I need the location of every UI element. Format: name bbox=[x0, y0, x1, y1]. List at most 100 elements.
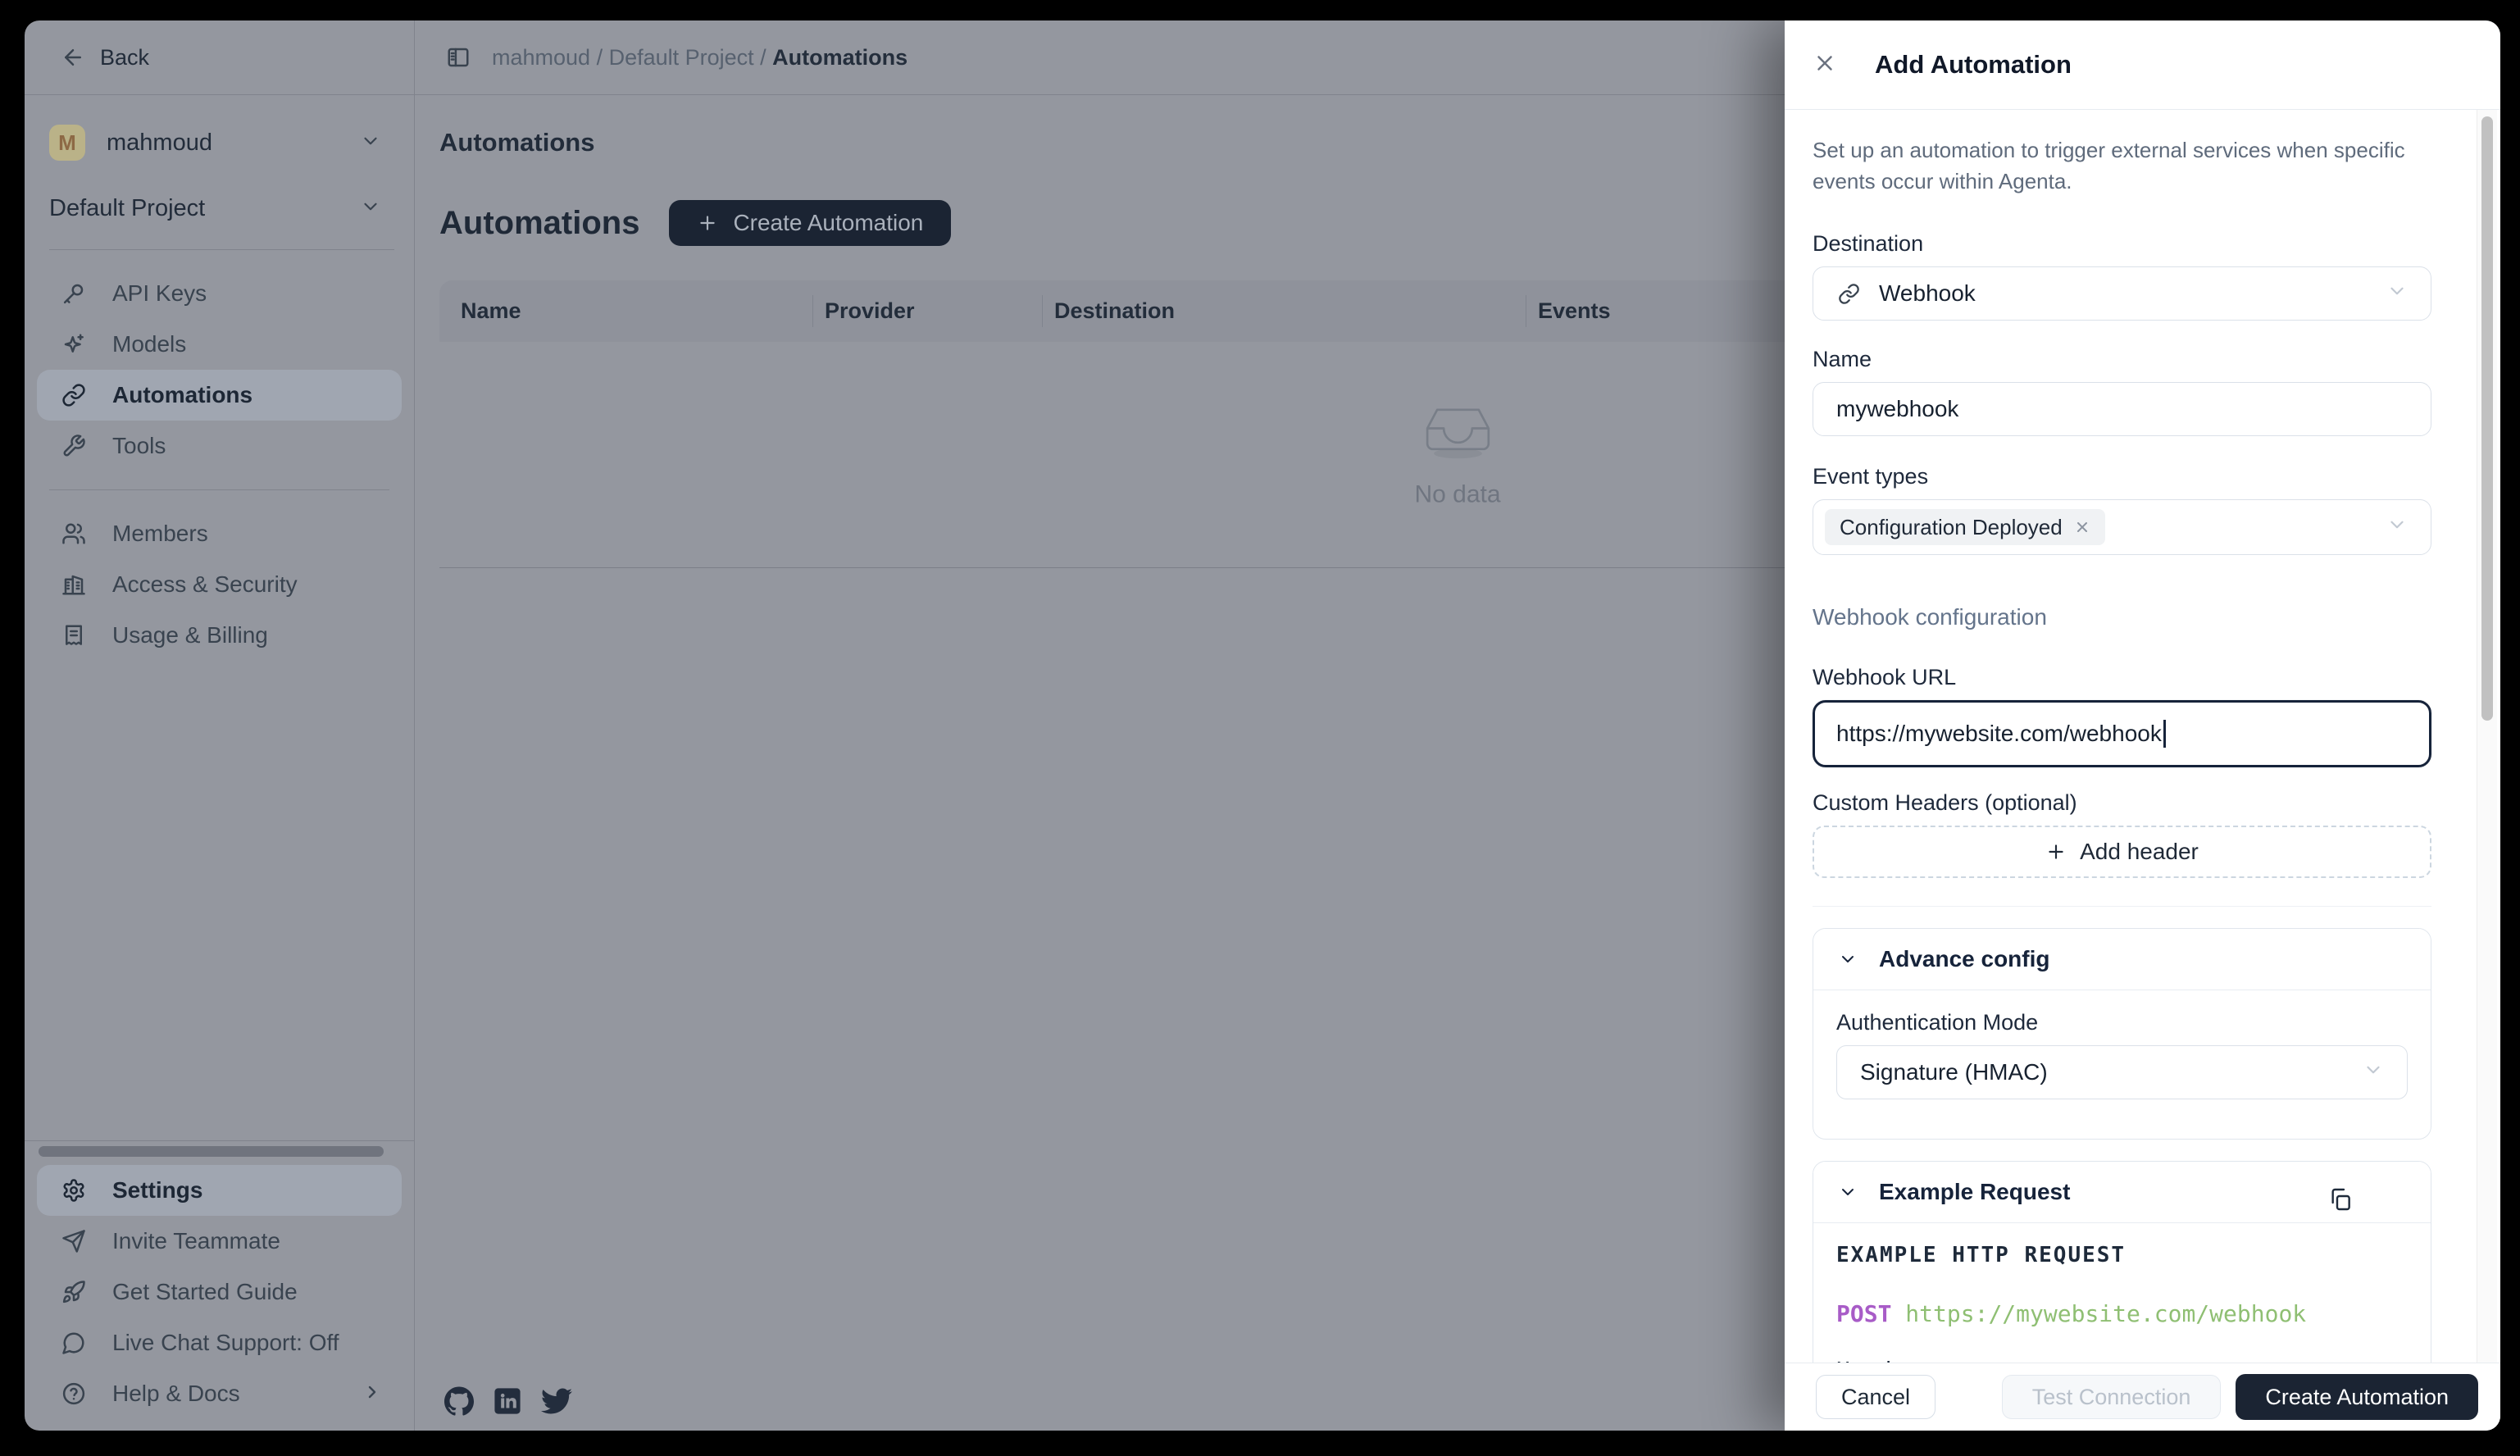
drawer-title: Add Automation bbox=[1875, 50, 2072, 80]
empty-state: No data bbox=[1414, 401, 1500, 508]
send-icon bbox=[61, 1229, 86, 1254]
sidebar-item-access-security[interactable]: Access & Security bbox=[37, 559, 402, 610]
destination-label: Destination bbox=[1813, 231, 2431, 257]
divider bbox=[49, 489, 389, 490]
cancel-button[interactable]: Cancel bbox=[1816, 1375, 1935, 1419]
divider bbox=[25, 1140, 414, 1141]
empty-state-text: No data bbox=[1414, 480, 1500, 508]
section-title: Automations bbox=[439, 205, 639, 242]
sidebar-item-tools[interactable]: Tools bbox=[37, 421, 402, 471]
link-icon bbox=[61, 383, 86, 407]
name-input[interactable]: mywebhook bbox=[1813, 382, 2431, 436]
receipt-icon bbox=[61, 623, 86, 648]
project-name: Default Project bbox=[49, 195, 360, 222]
user-menu[interactable]: M mahmoud bbox=[49, 118, 394, 167]
sidebar-item-settings[interactable]: Settings bbox=[37, 1165, 402, 1216]
add-automation-drawer: Add Automation Set up an automation to t… bbox=[1785, 20, 2500, 1431]
divider bbox=[1813, 906, 2431, 907]
chevron-down-icon bbox=[2363, 1059, 2384, 1086]
column-header-name[interactable]: Name bbox=[461, 298, 521, 324]
gear-icon bbox=[61, 1178, 86, 1203]
create-automation-label: Create Automation bbox=[733, 210, 923, 236]
project-selector[interactable]: Default Project bbox=[49, 185, 394, 231]
sidebar-account-section: M mahmoud Default Project bbox=[25, 95, 414, 250]
back-button[interactable]: Back bbox=[25, 20, 414, 95]
auth-mode-label: Authentication Mode bbox=[1836, 1010, 2408, 1035]
sidebar-toggle-icon[interactable] bbox=[446, 45, 471, 70]
create-automation-button[interactable]: Create Automation bbox=[669, 200, 951, 246]
column-header-events[interactable]: Events bbox=[1538, 298, 1611, 324]
sidebar-nav-bottom: Settings Invite Teammate Get Started Gui… bbox=[25, 1140, 414, 1431]
sidebar-item-help-docs[interactable]: Help & Docs bbox=[37, 1368, 402, 1419]
name-value: mywebhook bbox=[1836, 396, 1958, 422]
sidebar-item-label: API Keys bbox=[112, 280, 207, 307]
advance-config-header[interactable]: Advance config bbox=[1813, 929, 2431, 990]
link-icon bbox=[1836, 281, 1861, 306]
column-header-destination[interactable]: Destination bbox=[1054, 298, 1175, 324]
sidebar-item-label: Models bbox=[112, 331, 186, 357]
sidebar-item-label: Access & Security bbox=[112, 571, 298, 598]
breadcrumb[interactable]: mahmoud / Default Project / Automations bbox=[492, 45, 907, 71]
linkedin-icon[interactable] bbox=[494, 1387, 521, 1419]
sidebar-nav-primary: API Keys Models Automations bbox=[25, 250, 414, 661]
sidebar-item-invite-teammate[interactable]: Invite Teammate bbox=[37, 1216, 402, 1267]
sidebar-item-label: Help & Docs bbox=[112, 1381, 240, 1407]
drawer-scrollbar[interactable] bbox=[2477, 110, 2497, 1363]
name-label: Name bbox=[1813, 347, 2431, 372]
destination-select[interactable]: Webhook bbox=[1813, 266, 2431, 321]
event-types-label: Event types bbox=[1813, 464, 2431, 489]
empty-inbox-icon bbox=[1418, 401, 1497, 462]
sidebar-item-live-chat[interactable]: Live Chat Support: Off bbox=[37, 1317, 402, 1368]
remove-tag-icon[interactable] bbox=[2074, 519, 2090, 535]
github-icon[interactable] bbox=[444, 1386, 474, 1420]
example-request-body: EXAMPLE HTTP REQUEST POST https://mywebs… bbox=[1813, 1223, 2431, 1363]
sidebar-item-automations[interactable]: Automations bbox=[37, 370, 402, 421]
test-connection-button[interactable]: Test Connection bbox=[2002, 1375, 2222, 1419]
scrollbar-thumb[interactable] bbox=[2481, 116, 2493, 721]
chevron-down-icon bbox=[2386, 514, 2408, 541]
add-header-label: Add header bbox=[2080, 839, 2199, 865]
breadcrumb-path[interactable]: mahmoud / Default Project / bbox=[492, 45, 766, 70]
clipped-code-line: Head bbox=[1836, 1357, 2408, 1363]
sidebar: Back M mahmoud Default Project bbox=[25, 20, 415, 1431]
destination-value: Webhook bbox=[1879, 280, 1976, 307]
auth-mode-value: Signature (HMAC) bbox=[1860, 1059, 2048, 1085]
plus-icon bbox=[697, 212, 718, 234]
sidebar-item-usage-billing[interactable]: Usage & Billing bbox=[37, 610, 402, 661]
divider bbox=[1042, 295, 1043, 327]
user-name: mahmoud bbox=[107, 130, 360, 157]
sidebar-item-api-keys[interactable]: API Keys bbox=[37, 268, 402, 319]
add-header-button[interactable]: Add header bbox=[1813, 826, 2431, 878]
sidebar-item-get-started[interactable]: Get Started Guide bbox=[37, 1267, 402, 1317]
users-icon bbox=[61, 521, 86, 546]
create-automation-submit-button[interactable]: Create Automation bbox=[2236, 1374, 2478, 1420]
twitter-icon[interactable] bbox=[541, 1385, 572, 1421]
chevron-down-icon bbox=[2386, 280, 2408, 307]
copy-icon[interactable] bbox=[2324, 1183, 2357, 1218]
sidebar-item-label: Invite Teammate bbox=[112, 1228, 280, 1254]
sidebar-scrollbar[interactable] bbox=[39, 1146, 384, 1157]
column-header-provider[interactable]: Provider bbox=[825, 298, 915, 324]
drawer-header: Add Automation bbox=[1785, 20, 2500, 110]
webhook-url-label: Webhook URL bbox=[1813, 665, 2431, 690]
webhook-section-title: Webhook configuration bbox=[1813, 604, 2431, 630]
event-types-select[interactable]: Configuration Deployed bbox=[1813, 499, 2431, 555]
divider bbox=[812, 295, 813, 327]
breadcrumb-current: Automations bbox=[772, 45, 907, 70]
sidebar-item-label: Automations bbox=[112, 382, 252, 408]
close-icon[interactable] bbox=[1813, 51, 1837, 80]
chevron-down-icon bbox=[1838, 949, 1858, 969]
drawer-description: Set up an automation to trigger external… bbox=[1813, 134, 2419, 197]
sidebar-item-members[interactable]: Members bbox=[37, 508, 402, 559]
sidebar-item-label: Get Started Guide bbox=[112, 1279, 298, 1305]
chat-icon bbox=[61, 1331, 86, 1355]
plus-icon bbox=[2045, 841, 2067, 862]
sidebar-item-models[interactable]: Models bbox=[37, 319, 402, 370]
arrow-left-icon bbox=[61, 45, 85, 70]
auth-mode-select[interactable]: Signature (HMAC) bbox=[1836, 1045, 2408, 1099]
chevron-down-icon bbox=[1838, 1182, 1858, 1202]
advance-config-title: Advance config bbox=[1879, 946, 2049, 972]
webhook-url-input[interactable]: https://mywebsite.com/webhook bbox=[1813, 700, 2431, 767]
screen: Back M mahmoud Default Project bbox=[0, 0, 2520, 1456]
http-method: POST bbox=[1836, 1300, 1891, 1327]
